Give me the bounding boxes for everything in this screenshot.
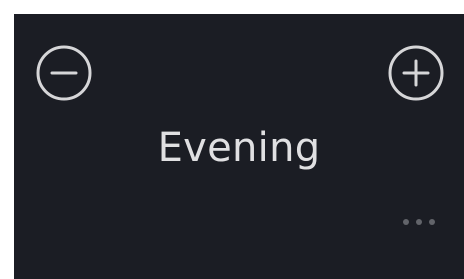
decrease-button[interactable] xyxy=(35,44,93,102)
more-horizontal-icon xyxy=(403,219,409,225)
scene-title: Evening xyxy=(157,125,321,171)
scene-tile[interactable]: Evening xyxy=(14,14,464,279)
increase-button[interactable] xyxy=(387,44,445,102)
more-horizontal-icon xyxy=(416,219,422,225)
more-horizontal-icon xyxy=(429,219,435,225)
more-options-button[interactable] xyxy=(390,208,448,236)
minus-circle-icon xyxy=(36,45,92,101)
plus-circle-icon xyxy=(388,45,444,101)
